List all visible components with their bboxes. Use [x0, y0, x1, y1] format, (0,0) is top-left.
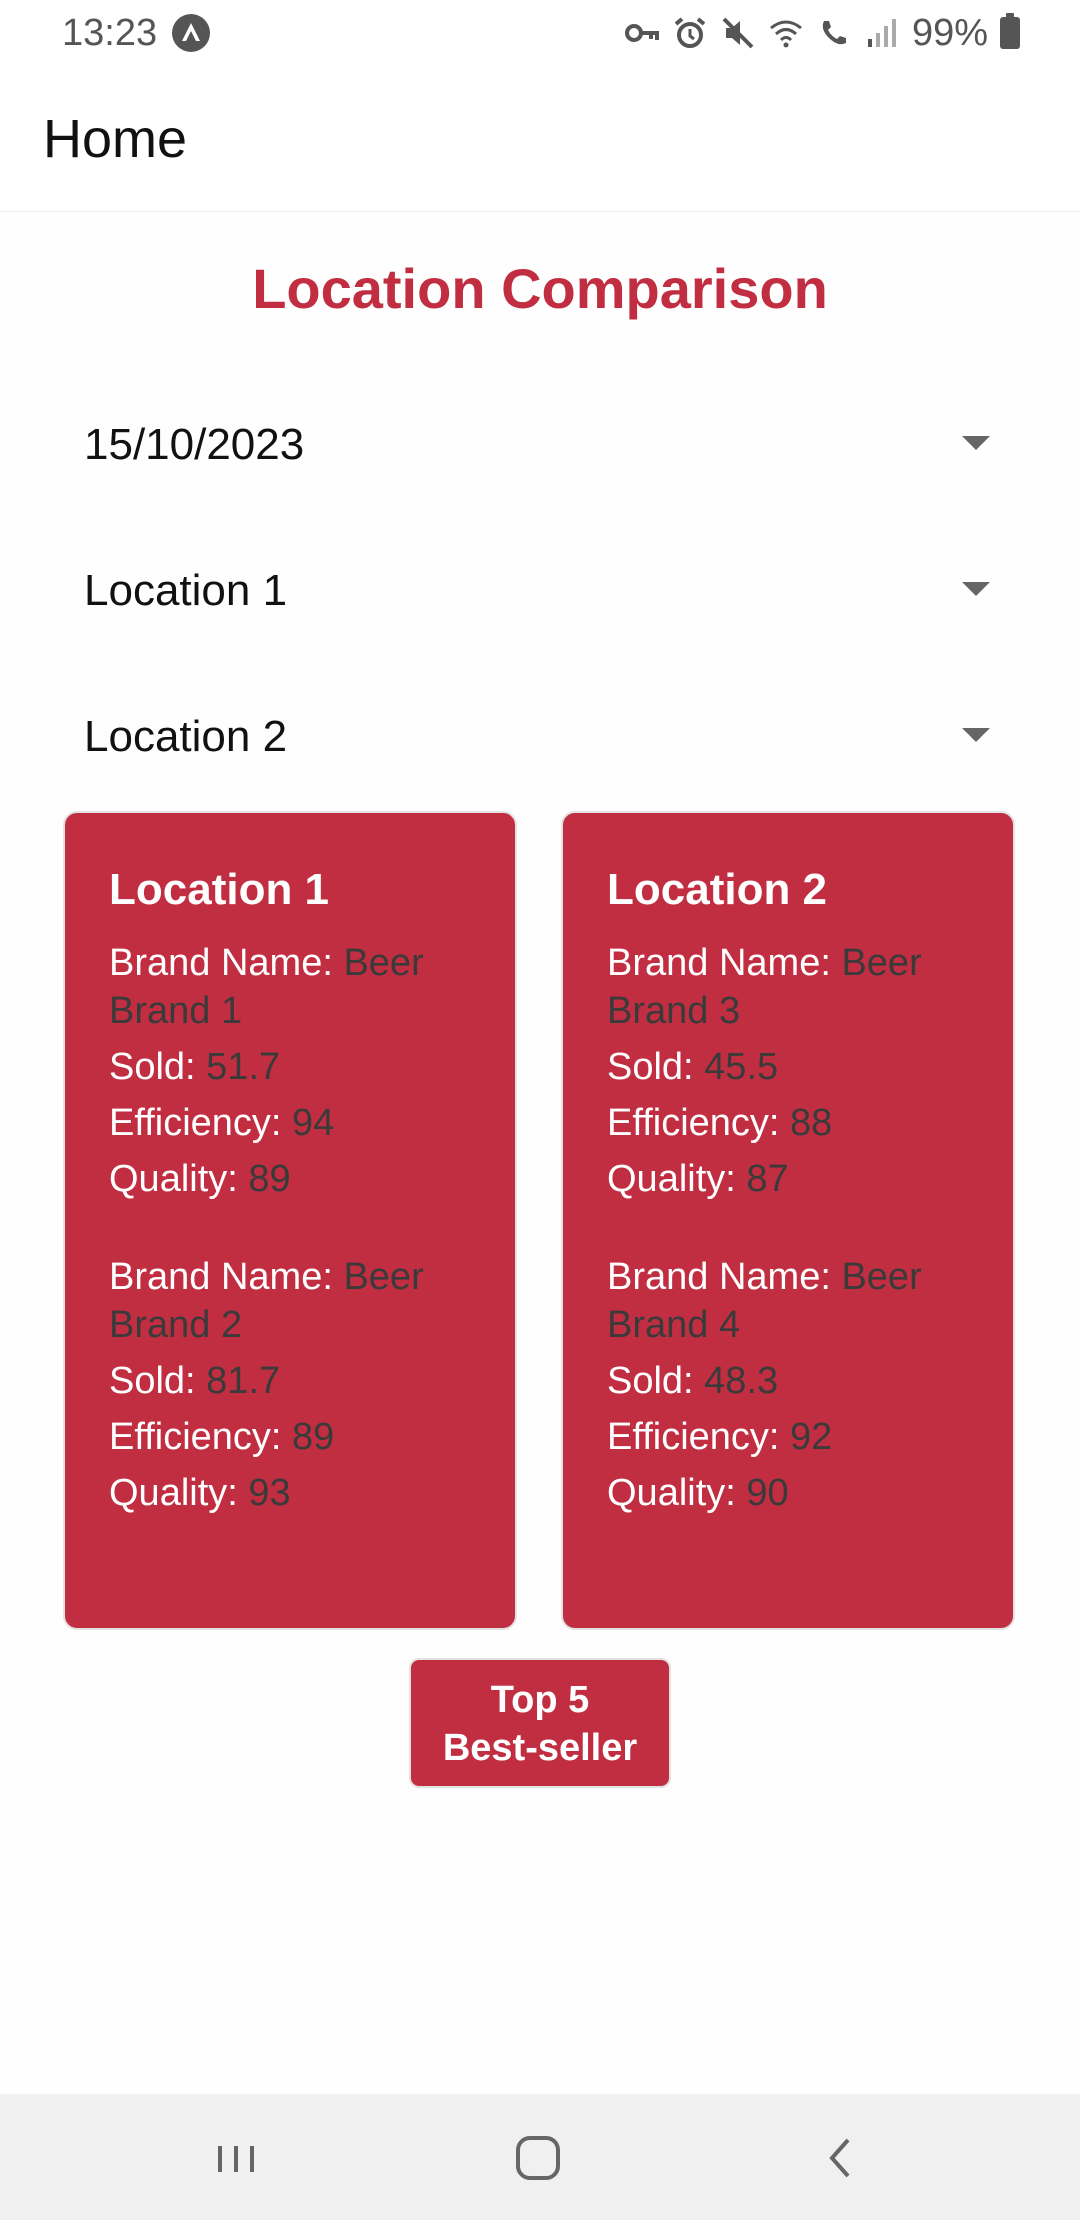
status-bar: 13:23 99% — [0, 0, 1080, 66]
quality-value: 93 — [248, 1472, 291, 1514]
card-title: Location 2 — [607, 865, 828, 914]
sold-label: Sold: — [109, 1360, 207, 1402]
efficiency-label: Efficiency: — [607, 1102, 791, 1144]
quality-value: 89 — [248, 1158, 291, 1200]
efficiency-row: Efficiency: 89 — [109, 1413, 469, 1461]
efficiency-value: 89 — [292, 1416, 335, 1458]
location-card-1: Location 1 Brand Name: Beer Brand 1 Sold… — [63, 811, 517, 1630]
sold-value: 51.7 — [206, 1046, 281, 1088]
top-5-best-seller-button[interactable]: Top 5 Best-seller — [409, 1658, 671, 1788]
sold-label: Sold: — [607, 1046, 705, 1088]
sold-value: 81.7 — [206, 1360, 281, 1402]
signal-icon — [867, 19, 896, 47]
brand-block: Brand Name: Beer Brand 3 Sold: 45.5 Effi… — [607, 939, 1013, 1203]
quality-value: 90 — [746, 1472, 789, 1514]
chevron-down-icon — [962, 728, 990, 742]
brand-block: Brand Name: Beer Brand 1 Sold: 51.7 Effi… — [109, 939, 515, 1203]
recent-apps-button[interactable] — [206, 2128, 266, 2188]
efficiency-value: 92 — [790, 1416, 833, 1458]
status-icons: 99% — [624, 12, 1020, 54]
brand-name-row: Brand Name: Beer Brand 2 — [109, 1253, 469, 1349]
quality-label: Quality: — [607, 1472, 747, 1514]
brand-name-label: Brand Name: — [109, 1256, 344, 1298]
sold-row: Sold: 45.5 — [607, 1043, 967, 1091]
brand-name-label: Brand Name: — [109, 942, 344, 984]
efficiency-label: Efficiency: — [607, 1416, 791, 1458]
sold-value: 45.5 — [704, 1046, 779, 1088]
quality-row: Quality: 93 — [109, 1469, 469, 1517]
vpn-key-icon — [624, 24, 659, 42]
efficiency-value: 88 — [790, 1102, 833, 1144]
status-time: 13:23 — [62, 12, 158, 54]
efficiency-label: Efficiency: — [109, 1102, 293, 1144]
location1-dropdown-value: Location 1 — [84, 566, 288, 615]
quality-row: Quality: 90 — [607, 1469, 967, 1517]
brand-block: Brand Name: Beer Brand 2 Sold: 81.7 Effi… — [109, 1253, 515, 1517]
chevron-down-icon — [962, 582, 990, 596]
location2-dropdown[interactable]: Location 2 — [60, 692, 1020, 782]
top-button-line2: Best-seller — [442, 1727, 638, 1769]
mute-icon — [722, 17, 754, 49]
card-title: Location 1 — [109, 865, 330, 914]
sold-row: Sold: 51.7 — [109, 1043, 469, 1091]
sold-row: Sold: 48.3 — [607, 1357, 967, 1405]
quality-row: Quality: 89 — [109, 1155, 469, 1203]
system-nav-bar — [0, 2094, 1080, 2220]
date-dropdown[interactable]: 15/10/2023 — [60, 400, 1020, 490]
efficiency-row: Efficiency: 92 — [607, 1413, 967, 1461]
app-bar: Home — [0, 66, 1080, 212]
app-bar-title: Home — [43, 109, 188, 169]
date-dropdown-value: 15/10/2023 — [84, 420, 305, 469]
top-button-line1: Top 5 — [490, 1679, 590, 1721]
brand-name-label: Brand Name: — [607, 942, 842, 984]
quality-row: Quality: 87 — [607, 1155, 967, 1203]
brand-block: Brand Name: Beer Brand 4 Sold: 48.3 Effi… — [607, 1253, 1013, 1517]
wifi-icon — [770, 20, 802, 48]
brand-name-label: Brand Name: — [607, 1256, 842, 1298]
page-title: Location Comparison — [252, 257, 828, 320]
back-icon — [829, 2138, 850, 2178]
efficiency-value: 94 — [292, 1102, 335, 1144]
efficiency-label: Efficiency: — [109, 1416, 293, 1458]
quality-label: Quality: — [109, 1158, 249, 1200]
location1-dropdown[interactable]: Location 1 — [60, 546, 1020, 636]
location-card-2: Location 2 Brand Name: Beer Brand 3 Sold… — [561, 811, 1015, 1630]
alarm-icon — [674, 17, 706, 48]
app-notification-icon — [172, 14, 210, 52]
wifi-calling-icon — [822, 21, 846, 45]
home-icon — [516, 2136, 560, 2180]
brand-name-row: Brand Name: Beer Brand 3 — [607, 939, 967, 1035]
brand-name-row: Brand Name: Beer Brand 1 — [109, 939, 469, 1035]
home-button[interactable] — [508, 2128, 568, 2188]
efficiency-row: Efficiency: 94 — [109, 1099, 469, 1147]
battery-icon — [1000, 13, 1020, 49]
sold-row: Sold: 81.7 — [109, 1357, 469, 1405]
battery-percent: 99% — [911, 11, 988, 54]
location2-dropdown-value: Location 2 — [84, 712, 288, 761]
quality-label: Quality: — [109, 1472, 249, 1514]
brand-name-row: Brand Name: Beer Brand 4 — [607, 1253, 967, 1349]
efficiency-row: Efficiency: 88 — [607, 1099, 967, 1147]
back-button[interactable] — [810, 2128, 870, 2188]
sold-label: Sold: — [109, 1046, 207, 1088]
sold-label: Sold: — [607, 1360, 705, 1402]
quality-label: Quality: — [607, 1158, 747, 1200]
sold-value: 48.3 — [704, 1360, 779, 1402]
quality-value: 87 — [746, 1158, 789, 1200]
recent-apps-icon — [218, 2146, 254, 2172]
chevron-down-icon — [962, 436, 990, 450]
